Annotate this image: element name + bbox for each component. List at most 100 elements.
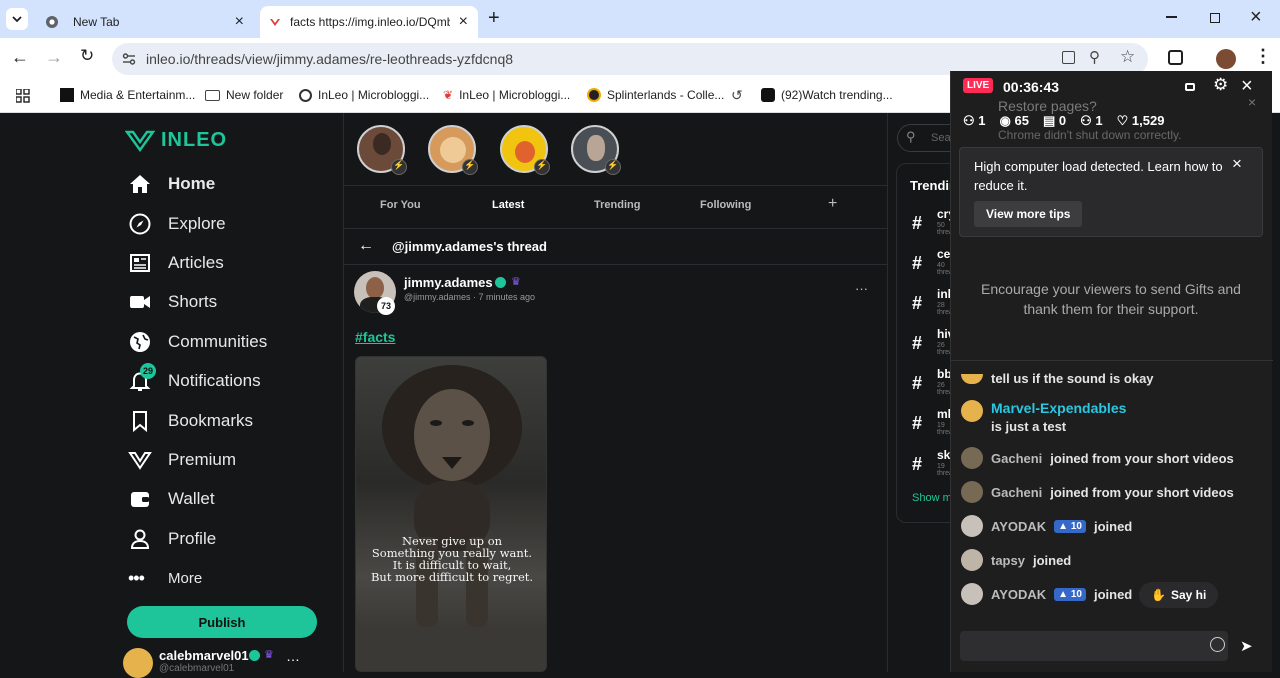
- close-icon[interactable]: ×: [459, 13, 468, 31]
- restore-icon[interactable]: [1210, 13, 1220, 23]
- avatar: [961, 400, 983, 422]
- post-hashtag[interactable]: #facts: [355, 329, 395, 345]
- site-settings-icon[interactable]: [122, 53, 136, 65]
- settings-icon[interactable]: ⚙: [1213, 75, 1228, 95]
- lightning-badge-icon: ⚡: [391, 159, 407, 175]
- star-icon[interactable]: ☆: [1120, 47, 1135, 67]
- restore-title: Restore pages?: [998, 98, 1097, 114]
- sidebar-item-more[interactable]: ••• More: [128, 568, 202, 589]
- chat-input[interactable]: [960, 631, 1228, 661]
- reload-icon[interactable]: ↻: [80, 46, 94, 66]
- live-studio-panel: LIVE 00:36:43 ⚙ × Restore pages? × ⚇ 1 ◉…: [950, 71, 1273, 672]
- chrome-icon: [46, 16, 58, 28]
- emoji-icon[interactable]: [1210, 637, 1225, 652]
- bookmark-icon: [133, 411, 147, 433]
- verified-icon: [249, 650, 260, 661]
- send-icon[interactable]: ➤: [1240, 637, 1253, 655]
- restore-close-icon[interactable]: ×: [1248, 94, 1256, 110]
- hashtag-icon: #: [912, 454, 923, 474]
- history-icon[interactable]: ↺: [731, 87, 743, 104]
- bookmark-item[interactable]: ❦ InLeo | Microbloggi...: [443, 88, 570, 102]
- add-feed-icon[interactable]: +: [828, 195, 837, 213]
- quote-text: Never give up on Something you really wa…: [370, 534, 534, 584]
- search-icon: ⚲: [906, 129, 916, 144]
- feed-column: ⚡ ⚡ ⚡ ⚡ For You Latest Trending Followin…: [343, 113, 888, 672]
- inleo-logo[interactable]: INLEO: [125, 129, 227, 152]
- likes-stat: ♡ 1,529: [1116, 113, 1165, 128]
- bookmark-item[interactable]: Media & Entertainm...: [60, 88, 195, 102]
- hashtag-icon: #: [912, 293, 923, 313]
- sidebar-item-wallet[interactable]: Wallet: [128, 487, 215, 511]
- avatar: [961, 583, 983, 605]
- forward-icon[interactable]: →: [45, 47, 63, 68]
- tab-for-you[interactable]: For You: [380, 199, 421, 211]
- level-badge: ▲ 10: [1054, 519, 1086, 533]
- tab-trending[interactable]: Trending: [594, 199, 640, 211]
- crown-icon: [128, 452, 152, 470]
- more-icon: •••: [128, 568, 145, 588]
- hashtag-icon: #: [912, 413, 923, 433]
- notification-badge: 29: [140, 363, 156, 379]
- hashtag-icon: #: [912, 253, 923, 273]
- bookmark-item[interactable]: New folder: [205, 88, 283, 102]
- post-menu-icon[interactable]: ···: [855, 281, 868, 296]
- hashtag-icon: #: [912, 373, 923, 393]
- username: calebmarvel01: [159, 648, 249, 663]
- newspaper-icon: [130, 254, 150, 272]
- sidebar-item-premium[interactable]: Premium: [128, 448, 236, 472]
- gift-icon: ▤: [1042, 113, 1059, 128]
- tab-latest[interactable]: Latest: [492, 199, 524, 211]
- wave-hand-icon: ✋: [1151, 588, 1166, 602]
- publish-button[interactable]: Publish: [127, 606, 317, 638]
- profile-avatar[interactable]: [1216, 49, 1236, 69]
- sidebar-item-explore[interactable]: Explore: [128, 212, 226, 236]
- browser-tab-bar: New Tab × facts https://img.inleo.io/DQm…: [0, 0, 1280, 38]
- sidebar-item-notifications[interactable]: 29 Notifications: [128, 363, 261, 393]
- new-tab-button[interactable]: +: [488, 7, 500, 30]
- back-icon[interactable]: ←: [11, 47, 29, 68]
- sidebar-item-communities[interactable]: Communities: [128, 330, 267, 354]
- bookmark-item[interactable]: InLeo | Microbloggi...: [299, 88, 429, 102]
- post-image[interactable]: Never give up on Something you really wa…: [355, 356, 547, 672]
- load-alert: High computer load detected. Learn how t…: [959, 147, 1263, 237]
- reputation-badge: 73: [377, 297, 395, 315]
- sidebar-item-home[interactable]: Home: [128, 172, 215, 196]
- minimize-icon[interactable]: [1166, 16, 1177, 18]
- tab-following[interactable]: Following: [700, 199, 751, 211]
- chat-message: Gacheni joined from your short videos: [961, 447, 1234, 469]
- say-hi-button[interactable]: ✋ Say hi: [1139, 582, 1219, 608]
- close-window-icon[interactable]: ×: [1250, 6, 1262, 29]
- inleo-favicon-icon: ❦: [443, 88, 454, 102]
- tab-new-tab[interactable]: New Tab ×: [36, 6, 256, 38]
- current-user[interactable]: calebmarvel01 ♛ @calebmarvel01 …: [123, 648, 313, 678]
- bookmark-item[interactable]: (92)Watch trending...: [761, 88, 893, 102]
- sidebar-item-shorts[interactable]: Shorts: [128, 290, 217, 314]
- chat-message: Gacheni joined from your short videos: [961, 481, 1234, 503]
- tab-search-button[interactable]: [6, 8, 28, 30]
- view-tips-button[interactable]: View more tips: [974, 201, 1083, 227]
- bookmark-favicon-icon: [587, 88, 601, 102]
- sidebar-item-bookmarks[interactable]: Bookmarks: [128, 409, 253, 433]
- avatar: [961, 549, 983, 571]
- sidebar-item-profile[interactable]: Profile: [128, 527, 216, 551]
- post-handle[interactable]: @jimmy.adames: [404, 292, 470, 302]
- close-icon[interactable]: ×: [235, 13, 244, 31]
- sidebar-item-articles[interactable]: Articles: [128, 251, 224, 275]
- lock-icon[interactable]: [1185, 83, 1195, 91]
- apps-grid-icon[interactable]: [16, 89, 30, 103]
- compass-icon: [129, 213, 151, 235]
- back-arrow-icon[interactable]: ←: [358, 237, 374, 255]
- alert-close-icon[interactable]: ×: [1232, 154, 1242, 174]
- tab-facts[interactable]: facts https://img.inleo.io/DQmb ×: [260, 6, 478, 38]
- menu-icon[interactable]: ⋮: [1254, 46, 1272, 67]
- chat-message: Marvel-Expendables is just a test: [961, 400, 1126, 434]
- open-in-app-icon[interactable]: [1062, 51, 1075, 64]
- inleo-favicon-icon: [270, 19, 280, 26]
- zoom-icon[interactable]: ⚲: [1089, 48, 1100, 66]
- restore-body: Chrome didn't shut down correctly.: [998, 128, 1182, 142]
- avatar: [961, 515, 983, 537]
- post-author[interactable]: jimmy.adames: [404, 275, 493, 290]
- user-menu-icon[interactable]: …: [286, 648, 300, 664]
- extensions-icon[interactable]: [1168, 50, 1183, 65]
- bookmark-item[interactable]: Splinterlands - Colle...: [587, 88, 724, 102]
